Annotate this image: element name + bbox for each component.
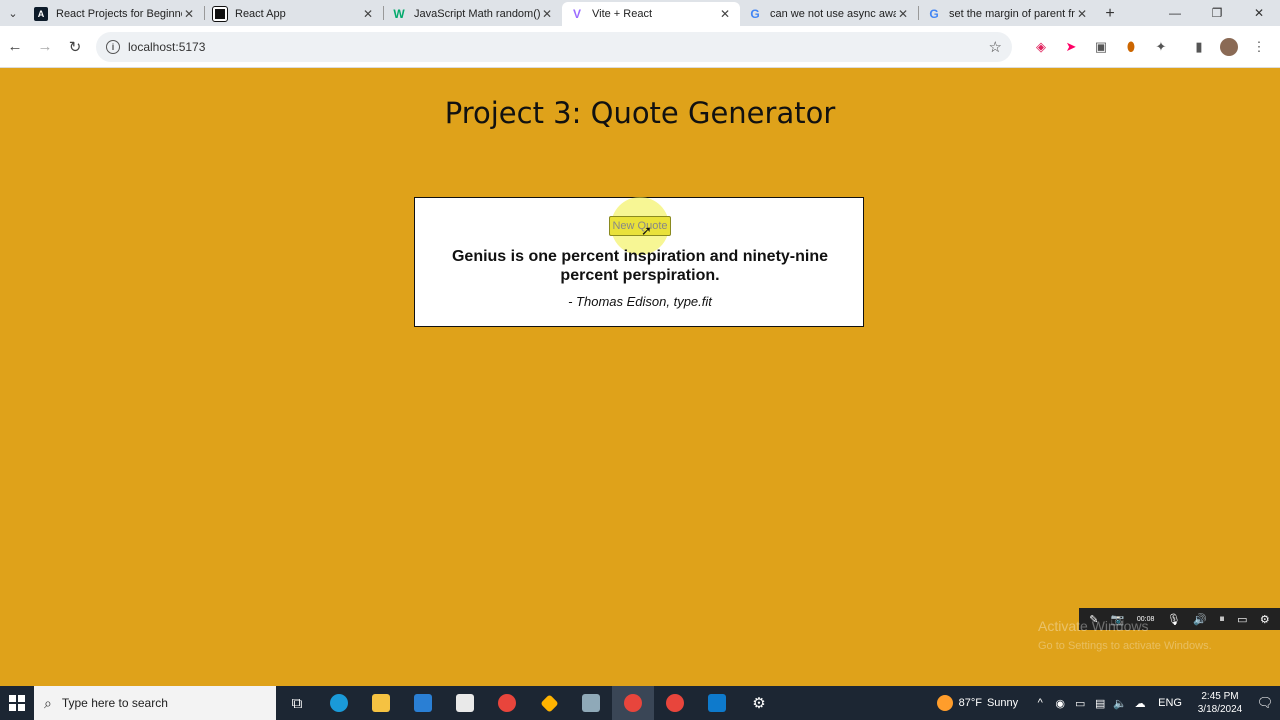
activation-watermark: Activate Windows [1038, 618, 1149, 634]
clock[interactable]: 2:45 PM 3/18/2024 [1190, 690, 1250, 716]
extension-arrow-icon[interactable]: ➤ [1056, 32, 1086, 62]
taskbar-search-box[interactable]: ⌕ Type here to search [34, 686, 276, 720]
network-icon[interactable]: ▤ [1090, 697, 1110, 710]
search-icon: ⌕ [44, 694, 52, 711]
pause-icon[interactable]: ⏸ [1219, 613, 1225, 626]
tab-favicon [212, 6, 228, 22]
weather-desc: Sunny [986, 697, 1019, 709]
tab-title: can we not use async await [770, 8, 896, 20]
chrome-profile-icon[interactable] [654, 686, 696, 720]
language-indicator[interactable]: ENG [1158, 697, 1182, 709]
tab-favicon: V [572, 7, 581, 21]
tab-favicon: G [750, 7, 760, 21]
search-placeholder: Type here to search [61, 696, 168, 710]
speaker-icon[interactable]: 🔊 [1193, 613, 1207, 626]
tab-4[interactable]: G can we not use async await ✕ [740, 2, 918, 26]
quote-author: - Thomas Edison, type.fit [568, 294, 712, 309]
tab-title: React Projects for Beginners [56, 8, 182, 20]
close-tab-icon[interactable]: ✕ [182, 7, 196, 21]
back-icon[interactable]: ← [0, 32, 30, 62]
browser-toolbar: ← → ↻ i localhost:5173 ☆ ◈ ➤ ▣ ⬮ ✦ ▮ ⋮ [0, 26, 1280, 68]
tab-strip: ⌄ A React Projects for Beginners ✕ React… [0, 0, 1280, 26]
taskbar: ⌕ Type here to search ⧉ ⚙ 87°F Sunny ^ ◉… [0, 686, 1280, 720]
notifications-icon[interactable]: 🗨 [1250, 695, 1280, 711]
extensions-puzzle-icon[interactable]: ✦ [1146, 32, 1176, 62]
weather-sun-icon [936, 695, 953, 711]
weather-widget[interactable]: 87°F Sunny [936, 695, 1019, 711]
tab-3[interactable]: V Vite + React ✕ [562, 2, 740, 26]
tab-title: React App [235, 8, 286, 20]
pocket-icon[interactable]: ◈ [1026, 32, 1056, 62]
close-tab-icon[interactable]: ✕ [361, 7, 375, 21]
tab-favicon: W [393, 7, 405, 21]
file-explorer-icon[interactable] [360, 686, 402, 720]
tab-0[interactable]: A React Projects for Beginners ✕ [26, 2, 204, 26]
settings-gear-icon[interactable]: ⚙ [1260, 613, 1270, 626]
side-panel-icon[interactable]: ▮ [1184, 32, 1214, 62]
tray-app-icon[interactable]: ◉ [1050, 697, 1070, 710]
forward-icon[interactable]: → [30, 32, 60, 62]
microphone-icon[interactable]: 🎙 [1167, 613, 1181, 626]
menu-dots-icon[interactable]: ⋮ [1244, 32, 1274, 62]
site-info-icon[interactable]: i [106, 39, 120, 54]
close-tab-icon[interactable]: ✕ [896, 7, 910, 21]
tab-search-icon[interactable]: ⌄ [0, 0, 26, 26]
tray-chevron-icon[interactable]: ^ [1030, 697, 1050, 709]
page-title: Project 3: Quote Generator [444, 96, 836, 130]
chrome-active-icon[interactable] [612, 686, 654, 720]
restore-icon[interactable]: ❐ [1196, 0, 1238, 26]
tab-favicon: G [929, 7, 939, 21]
cloud-icon[interactable]: ☁ [1130, 697, 1150, 710]
tab-title: set the margin of parent fr [949, 8, 1075, 20]
system-tray: 87°F Sunny ^ ◉ ▭ ▤ 🔈 ☁ ENG 2:45 PM 3/18/… [936, 686, 1280, 720]
new-quote-button[interactable]: New Quote [609, 216, 671, 236]
extension-shield-icon[interactable]: ⬮ [1116, 32, 1146, 62]
close-tab-icon[interactable]: ✕ [1075, 7, 1089, 21]
tab-favicon: A [34, 7, 48, 21]
task-view-icon[interactable]: ⧉ [276, 686, 318, 720]
tab-1[interactable]: React App ✕ [205, 2, 383, 26]
reload-icon[interactable]: ↻ [60, 32, 90, 62]
app-icon[interactable] [528, 686, 570, 720]
new-tab-icon[interactable]: + [1097, 2, 1123, 26]
extension-box-icon[interactable]: ▣ [1086, 32, 1116, 62]
weather-temp: 87°F [958, 697, 982, 709]
profile-avatar-icon[interactable] [1214, 32, 1244, 62]
close-tab-icon[interactable]: ✕ [718, 7, 732, 21]
address-bar[interactable]: i localhost:5173 ☆ [96, 31, 1012, 62]
store-icon[interactable] [444, 686, 486, 720]
chrome-icon[interactable] [486, 686, 528, 720]
tab-title: Vite + React [592, 8, 653, 20]
volume-icon[interactable]: 🔈 [1110, 697, 1130, 710]
quote-text: Genius is one percent inspiration and ni… [451, 248, 829, 284]
mail-icon[interactable] [402, 686, 444, 720]
tab-title: JavaScript Math random() [414, 8, 540, 20]
vscode-icon[interactable] [696, 686, 738, 720]
settings-icon[interactable]: ⚙ [738, 686, 780, 720]
clock-time: 2:45 PM [1201, 691, 1239, 702]
edge-icon[interactable] [318, 686, 360, 720]
tab-5[interactable]: G set the margin of parent fr ✕ [919, 2, 1097, 26]
fullscreen-icon[interactable]: ▭ [1237, 613, 1247, 626]
minimize-icon[interactable]: — [1154, 0, 1196, 26]
window-controls: — ❐ ✕ [1154, 0, 1280, 26]
windows-start-icon[interactable] [0, 686, 34, 720]
activation-watermark-sub: Go to Settings to activate Windows. [1038, 640, 1212, 652]
close-tab-icon[interactable]: ✕ [540, 7, 554, 21]
photos-icon[interactable] [570, 686, 612, 720]
clock-date: 3/18/2024 [1197, 704, 1243, 715]
url-text[interactable]: localhost:5173 [128, 40, 989, 54]
battery-icon[interactable]: ▭ [1070, 697, 1090, 710]
mouse-cursor-icon: ➚ [641, 223, 652, 238]
bookmark-star-icon[interactable]: ☆ [989, 38, 1002, 56]
close-window-icon[interactable]: ✕ [1238, 0, 1280, 26]
tab-2[interactable]: W JavaScript Math random() ✕ [384, 2, 562, 26]
quote-card: New Quote ➚ Genius is one percent inspir… [414, 197, 864, 327]
